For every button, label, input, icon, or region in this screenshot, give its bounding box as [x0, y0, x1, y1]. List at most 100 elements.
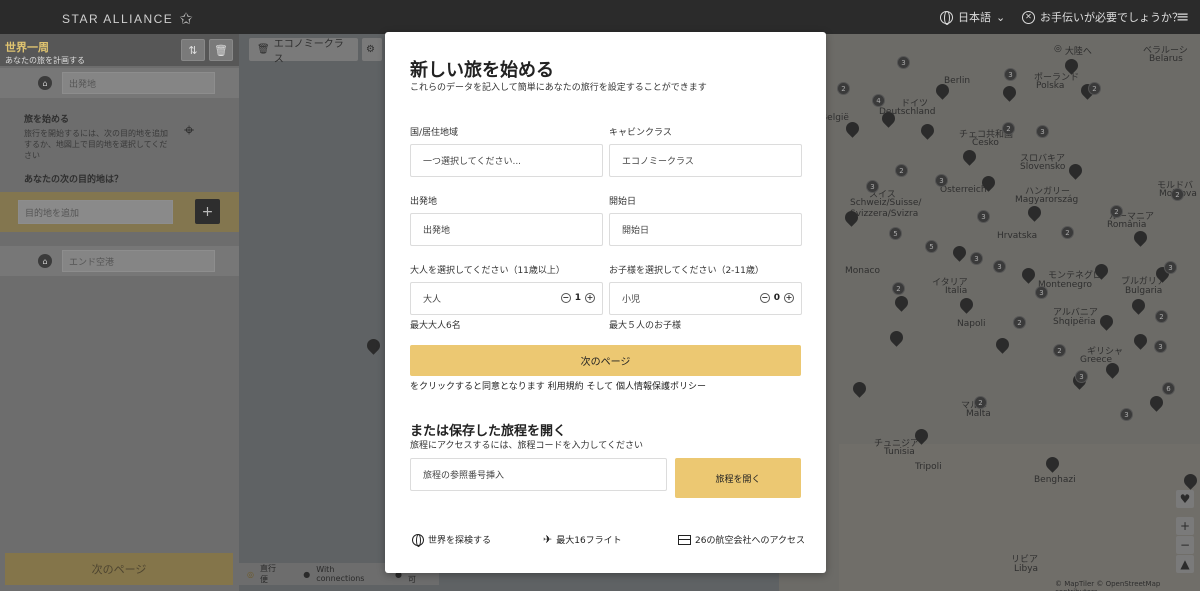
- airport-cluster-badge[interactable]: 2: [974, 396, 987, 409]
- origin-field[interactable]: 出発地: [62, 72, 215, 94]
- map-label: Italia: [945, 286, 968, 296]
- open-itinerary-button[interactable]: 旅程を開く: [675, 458, 801, 498]
- airport-cluster-badge[interactable]: 3: [993, 260, 1006, 273]
- legend-connections: With connections: [316, 565, 365, 583]
- cabin-chip[interactable]: 🗑 エコノミークラス: [249, 38, 358, 65]
- hamburger-icon[interactable]: ≡: [1176, 7, 1189, 26]
- minus-icon[interactable]: −: [759, 293, 770, 303]
- airport-cluster-badge[interactable]: 5: [889, 227, 902, 240]
- zoom-to-continent-label: 大陸へ: [1064, 47, 1092, 57]
- chevron-down-icon: ⌄: [996, 10, 1006, 24]
- airport-cluster-badge[interactable]: 2: [1171, 188, 1184, 201]
- trash-icon[interactable]: 🗑: [209, 39, 233, 61]
- terms-text: をクリックすると同意となります 利用規約 そして 個人情報保護ポリシー: [410, 382, 707, 392]
- adults-hint: 最大大人6名: [410, 321, 461, 331]
- airport-cluster-badge[interactable]: 2: [892, 282, 905, 295]
- zoom-to-continent[interactable]: ◎ 大陸へ: [1054, 44, 1092, 57]
- connection-pin-icon: ●: [303, 569, 311, 579]
- compass-icon[interactable]: ♥: [1176, 490, 1194, 508]
- airport-cluster-badge[interactable]: 3: [1164, 261, 1177, 274]
- brand-name: STAR ALLIANCE: [62, 12, 174, 26]
- airport-cluster-badge[interactable]: 3: [977, 210, 990, 223]
- language-label: 日本語: [958, 11, 991, 24]
- map-label: Shqipëria: [1053, 317, 1096, 327]
- minus-icon[interactable]: −: [560, 293, 571, 303]
- airport-cluster-badge[interactable]: 3: [897, 56, 910, 69]
- airport-cluster-badge[interactable]: 3: [1120, 408, 1133, 421]
- feature-explore-label: 世界を探検する: [428, 536, 492, 546]
- saved-itinerary-subtitle: 旅程にアクセスするには、旅程コードを入力してください: [410, 441, 644, 451]
- next-page-button[interactable]: 次のページ: [410, 345, 801, 376]
- map-label: Hrvatska: [997, 231, 1038, 241]
- airport-cluster-badge[interactable]: 3: [935, 174, 948, 187]
- itinerary-code-input[interactable]: 旅程の参照番号挿入: [410, 458, 667, 491]
- airport-cluster-badge[interactable]: 3: [1035, 286, 1048, 299]
- map-label: Malta: [966, 409, 991, 419]
- country-select[interactable]: 一つ選択してください...: [410, 144, 603, 177]
- airport-cluster-badge[interactable]: 2: [1088, 82, 1101, 95]
- cabin-select[interactable]: エコノミークラス: [609, 144, 802, 177]
- airport-cluster-badge[interactable]: 2: [1110, 205, 1123, 218]
- help-label: お手伝いが必要でしょうか？: [1040, 11, 1183, 24]
- settings-icon: ⚙: [366, 44, 375, 55]
- language-selector[interactable]: 日本語 ⌄: [940, 9, 1005, 25]
- sidebar-next-button[interactable]: 次のページ: [5, 553, 233, 585]
- adults-field: 大人 − 1 +: [410, 282, 603, 315]
- sort-icon[interactable]: ⇅: [181, 39, 205, 61]
- map-label: Belarus: [1149, 54, 1183, 64]
- children-hint: 最大５人のお子様: [609, 321, 682, 331]
- zoom-in-button[interactable]: +: [1176, 517, 1194, 535]
- airport-cluster-badge[interactable]: 3: [1036, 125, 1049, 138]
- map-label: Benghazi: [1034, 475, 1076, 485]
- end-airport-field[interactable]: エンド空港: [62, 250, 215, 272]
- map-label: Tunisia: [884, 447, 915, 457]
- adults-label: 大人を選択してください（11歳以上）: [410, 266, 565, 276]
- plus-icon[interactable]: +: [784, 293, 794, 303]
- help-link[interactable]: ✕ お手伝いが必要でしょうか？: [1022, 9, 1183, 25]
- origin-input[interactable]: 出発地: [410, 213, 603, 246]
- top-bar: STAR ALLIANCE ✩ 日本語 ⌄ ✕ お手伝いが必要でしょうか？ ≡: [0, 0, 1200, 34]
- plus-icon[interactable]: +: [585, 293, 595, 303]
- map-label: Magyarország: [1015, 195, 1079, 205]
- airport-cluster-badge[interactable]: 3: [1004, 68, 1017, 81]
- airport-cluster-badge[interactable]: 2: [1155, 310, 1168, 323]
- brand-logo[interactable]: STAR ALLIANCE ✩: [62, 9, 194, 29]
- add-destination-button[interactable]: +: [195, 199, 220, 224]
- airport-cluster-badge[interactable]: 3: [866, 180, 879, 193]
- start-date-input[interactable]: 開始日: [609, 213, 802, 246]
- airport-cluster-badge[interactable]: 2: [1061, 226, 1074, 239]
- map-label: Svizzera/Svizra: [850, 209, 919, 219]
- saved-itinerary-heading: または保存した旅程を開く: [410, 424, 567, 439]
- airport-cluster-badge[interactable]: 3: [970, 252, 983, 265]
- feature-explore: 世界を探検する: [412, 533, 492, 547]
- children-field-label: 小児: [622, 295, 641, 305]
- children-stepper: − 0 +: [759, 293, 794, 303]
- airport-cluster-badge[interactable]: 3: [1075, 370, 1088, 383]
- start-info: 旅を始める 旅行を開始するには、次の目的地を追加するか、地図上で目的地を選択して…: [0, 100, 239, 162]
- settings-chip[interactable]: ⚙: [362, 38, 382, 61]
- airport-cluster-badge[interactable]: 3: [1154, 340, 1167, 353]
- airport-cluster-badge[interactable]: 6: [1162, 382, 1175, 395]
- map-label: Polska: [1036, 81, 1065, 91]
- globe-icon: [940, 10, 953, 25]
- airport-cluster-badge[interactable]: 2: [1053, 344, 1066, 357]
- direct-icon: ◎: [247, 569, 254, 579]
- adults-stepper: − 1 +: [560, 293, 595, 303]
- airport-cluster-badge[interactable]: 5: [925, 240, 938, 253]
- cabin-label: キャビンクラス: [609, 128, 672, 138]
- map-label: Česko: [972, 138, 999, 148]
- airport-cluster-badge[interactable]: 2: [837, 82, 850, 95]
- airport-cluster-badge[interactable]: 4: [872, 94, 885, 107]
- globe-icon: ◎: [1054, 44, 1062, 54]
- reset-north-button[interactable]: ▲: [1176, 555, 1194, 573]
- add-destination-input[interactable]: 目的地を追加: [18, 200, 173, 224]
- airport-pin[interactable]: [364, 336, 383, 355]
- start-date-label: 開始日: [609, 197, 637, 207]
- airport-cluster-badge[interactable]: 2: [895, 164, 908, 177]
- airport-cluster-badge[interactable]: 2: [1002, 122, 1015, 135]
- zoom-out-button[interactable]: −: [1176, 536, 1194, 554]
- map-attribution[interactable]: © MapTiler © OpenStreetMap contributors: [1055, 580, 1200, 591]
- children-label: お子様を選択してください（2-11歳）: [609, 266, 764, 276]
- airport-cluster-badge[interactable]: 2: [1013, 316, 1026, 329]
- next-destination-heading-wrap: あなたの次の目的地は？: [0, 172, 239, 192]
